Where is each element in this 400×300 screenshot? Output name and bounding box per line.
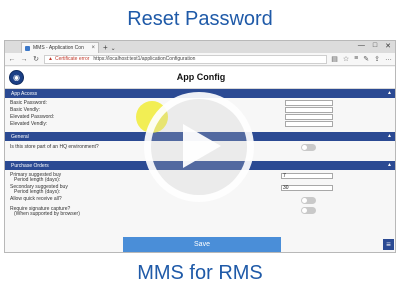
collapse-chevron-icon[interactable]: ▲ — [387, 162, 392, 168]
certificate-warning-text: Certificate error — [54, 56, 90, 62]
browser-toolbar: ← → ↻ ▲ Certificate error https://localh… — [5, 53, 395, 66]
certificate-warning[interactable]: ▲ Certificate error — [48, 56, 89, 62]
warning-icon: ▲ — [48, 56, 53, 62]
tab-close-icon[interactable]: × — [91, 45, 95, 51]
favorite-star-icon[interactable]: ☆ — [343, 55, 349, 63]
hub-icon[interactable]: ≡ — [354, 55, 358, 63]
signature-capture-row: Require signature capture? (When support… — [5, 206, 395, 218]
close-window-icon[interactable]: ✕ — [385, 42, 391, 50]
toolbar-actions: ▤ ☆ ≡ ✎ ⇪ … — [331, 55, 392, 63]
elevated-vendly-input[interactable] — [285, 121, 333, 127]
share-icon[interactable]: ⇪ — [374, 55, 380, 63]
forward-arrow-icon[interactable]: → — [20, 56, 28, 63]
tab-list-chevron-icon[interactable]: ⌄ — [111, 45, 116, 52]
url-text: https://localhost:test1/applicationConfi… — [93, 56, 196, 62]
field-label: Allow quick receive all? — [10, 196, 62, 202]
browser-tab[interactable]: MMS - Application Con × — [21, 42, 99, 53]
refresh-icon[interactable]: ↻ — [32, 55, 40, 63]
elevated-password-input[interactable] — [285, 114, 333, 120]
back-arrow-icon[interactable]: ← — [8, 56, 16, 63]
field-sublabel: Period length (days): — [14, 189, 61, 195]
secondary-period-input[interactable]: 30 — [281, 185, 333, 191]
app-header: ◉ App Config — [5, 67, 395, 89]
more-icon[interactable]: … — [385, 55, 392, 63]
section-title: Purchase Orders — [11, 162, 49, 169]
collapse-chevron-icon[interactable]: ▲ — [387, 133, 392, 139]
field-sublabel: (When supported by browser) — [14, 211, 80, 217]
hq-environment-toggle[interactable] — [301, 144, 316, 151]
minimize-icon[interactable]: — — [358, 42, 365, 50]
address-bar[interactable]: ▲ Certificate error https://localhost:te… — [44, 54, 328, 64]
basic-password-input[interactable] — [285, 100, 333, 106]
tab-favicon-icon — [25, 45, 30, 51]
play-icon[interactable] — [183, 124, 221, 168]
page-title: App Config — [176, 72, 226, 82]
hamburger-menu-icon[interactable]: ≡ — [383, 239, 394, 250]
maximize-icon[interactable]: □ — [373, 42, 377, 50]
field-sublabel: Period length (days): — [14, 177, 61, 183]
signature-capture-toggle[interactable] — [301, 207, 316, 214]
quick-receive-toggle[interactable] — [301, 197, 316, 204]
new-tab-icon[interactable]: + — [103, 43, 108, 52]
reading-view-icon[interactable]: ▤ — [331, 55, 338, 63]
collapse-chevron-icon[interactable]: ▲ — [387, 90, 392, 96]
field-label: Elevated Vendly: — [10, 121, 48, 127]
browser-tabbar: MMS - Application Con × + ⌄ — □ ✕ — [5, 41, 395, 53]
field-label: Elevated Password: — [10, 114, 55, 120]
field-label: Is this store part of an HQ environment? — [10, 144, 99, 150]
field-label: Basic Password: — [10, 100, 47, 106]
section-title: General — [11, 133, 29, 140]
field-label: Basic Vendly: — [10, 107, 41, 113]
video-title: Reset Password — [127, 8, 273, 30]
save-button[interactable]: Save — [123, 237, 281, 252]
tab-title: MMS - Application Con — [33, 45, 84, 51]
primary-period-input[interactable]: 7 — [281, 173, 333, 179]
note-icon[interactable]: ✎ — [363, 55, 369, 63]
section-title: App Access — [11, 90, 38, 97]
basic-vendly-input[interactable] — [285, 107, 333, 113]
window-controls: — □ ✕ — [358, 42, 391, 50]
video-caption: MMS for RMS — [137, 262, 263, 284]
